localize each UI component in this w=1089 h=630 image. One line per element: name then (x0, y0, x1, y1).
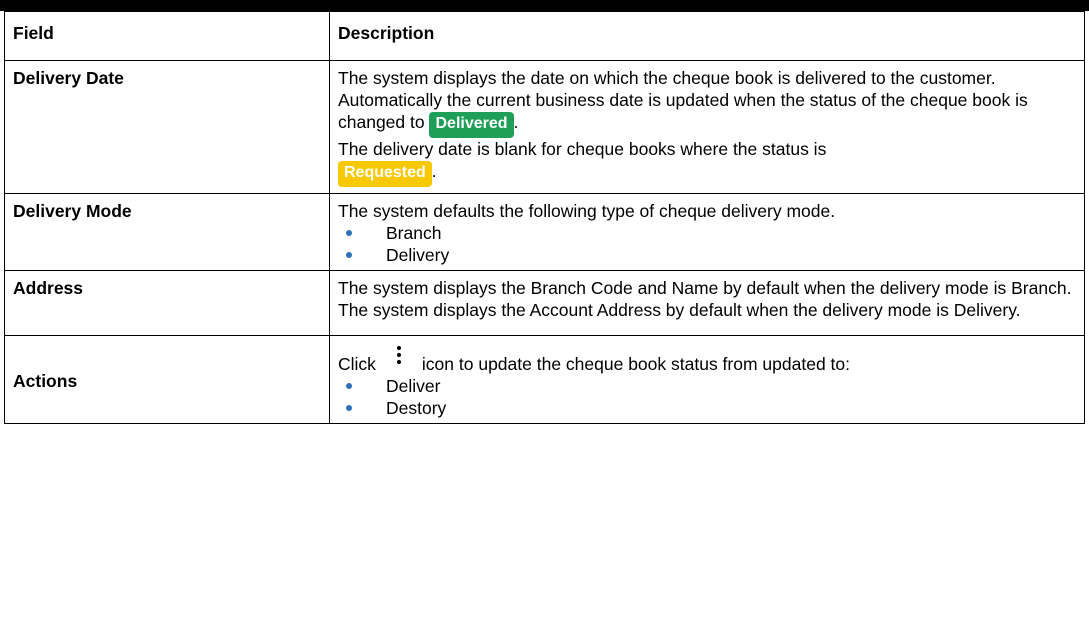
table-row: Delivery Date The system displays the da… (4, 60, 1085, 194)
table-row: Delivery Mode The system defaults the fo… (4, 193, 1085, 271)
list-item: Deliver (338, 375, 1076, 397)
requested-status-badge: Requested (338, 161, 432, 187)
address-text-2: The system displays the Account Address … (338, 300, 1021, 320)
description-delivery-date: The system displays the date on which th… (329, 60, 1085, 194)
delivered-status-badge: Delivered (429, 112, 514, 138)
field-delivery-date: Delivery Date (4, 60, 330, 194)
click-text: Click (338, 354, 376, 374)
field-column-header: Field (4, 11, 330, 61)
bullet-icon (346, 405, 352, 411)
field-description-table: Field Description Delivery Date The syst… (4, 11, 1085, 424)
bullet-icon (346, 230, 352, 236)
actions-text: icon to update the cheque book status fr… (421, 354, 850, 374)
actions-list: Deliver Destory (338, 375, 1076, 419)
description-column-header: Description (329, 11, 1085, 61)
list-item: Destory (338, 397, 1076, 419)
delivery-mode-text: The system defaults the following type o… (338, 201, 836, 221)
field-actions: Actions (4, 335, 330, 424)
delivery-mode-list: Branch Delivery (338, 222, 1076, 266)
bullet-icon (346, 383, 352, 389)
address-text-1: The system displays the Branch Code and … (338, 278, 1072, 298)
description-address: The system displays the Branch Code and … (329, 270, 1085, 336)
field-address: Address (4, 270, 330, 336)
description-delivery-mode: The system defaults the following type o… (329, 193, 1085, 271)
field-delivery-mode: Delivery Mode (4, 193, 330, 271)
actions-text-line: Click icon to update the cheque book stat… (338, 346, 1076, 375)
period: . (431, 161, 437, 181)
table-header-row: Field Description (4, 11, 1085, 61)
period: . (513, 112, 519, 132)
top-border-bar (0, 0, 1089, 11)
list-item: Delivery (338, 244, 1076, 266)
kebab-menu-icon[interactable] (390, 346, 408, 372)
table-row: Address The system displays the Branch C… (4, 270, 1085, 336)
list-item: Branch (338, 222, 1076, 244)
bullet-icon (346, 252, 352, 258)
table-row: Actions Click icon to update the cheque b… (4, 335, 1085, 424)
description-actions: Click icon to update the cheque book stat… (329, 335, 1085, 424)
delivery-date-text-2: The delivery date is blank for cheque bo… (338, 139, 827, 159)
